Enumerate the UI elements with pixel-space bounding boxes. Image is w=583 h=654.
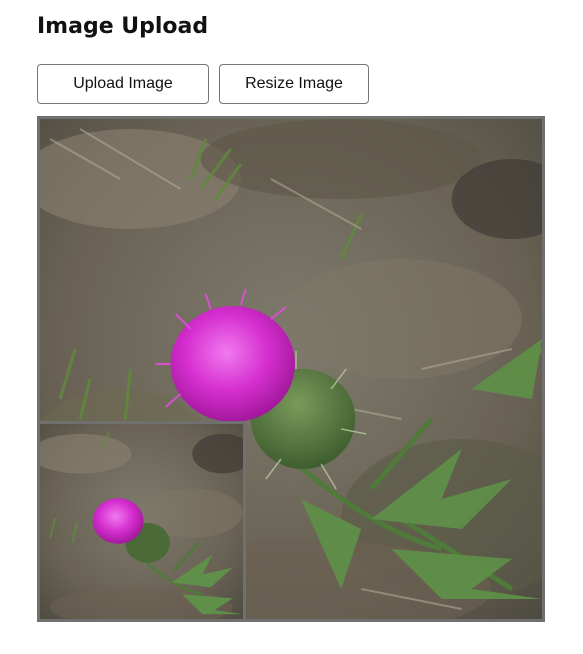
image-preview-frame: [37, 116, 545, 622]
resized-image-thumbnail: [40, 421, 246, 619]
upload-image-button[interactable]: Upload Image: [37, 64, 209, 104]
resize-image-button[interactable]: Resize Image: [219, 64, 369, 104]
page-title: Image Upload: [37, 14, 209, 39]
